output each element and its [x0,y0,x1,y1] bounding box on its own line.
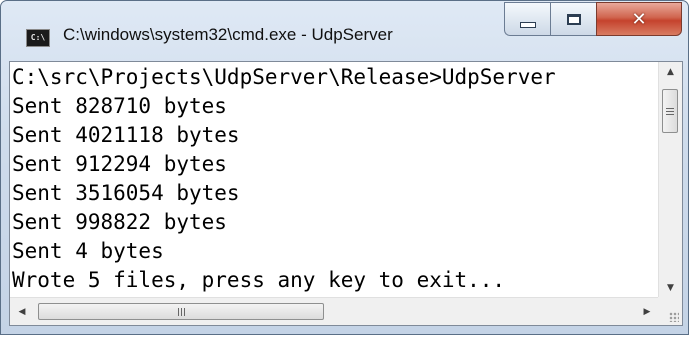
console-line: Sent 3516054 bytes [12,181,240,205]
console-line: Sent 912294 bytes [12,152,227,176]
minimize-icon [519,22,536,28]
horizontal-scrollbar[interactable]: ◀ ▶ [10,297,659,325]
close-icon: ✕ [631,8,647,30]
grip-line [183,307,185,316]
triangle-up-icon: ▲ [667,67,674,77]
maximize-icon [566,13,581,25]
close-button[interactable]: ✕ [596,2,682,36]
grip-line [177,307,179,316]
console-line: Sent 998822 bytes [12,210,227,234]
vertical-scroll-thumb[interactable] [662,89,678,133]
console-line: C:\src\Projects\UdpServer\Release>UdpSer… [12,65,556,89]
grip-line [666,107,674,109]
cmd-app-icon[interactable]: C:\ [26,29,50,47]
grip-line [666,113,674,115]
window-controls: ✕ [504,2,682,47]
triangle-right-icon: ▶ [643,306,651,317]
grip-line [180,307,182,316]
console-line: Sent 4 bytes [12,239,164,263]
console-line: Wrote 5 files, press any key to exit... [12,268,506,292]
scroll-down-button[interactable]: ▼ [659,278,682,298]
scrollbar-corner [658,297,682,325]
console-client-area: C:\src\Projects\UdpServer\Release>UdpSer… [9,61,683,326]
scroll-right-button[interactable]: ▶ [635,298,659,325]
cmd-icon-label: C:\ [30,33,46,42]
horizontal-scroll-thumb[interactable] [38,303,324,320]
maximize-button[interactable] [550,2,596,36]
grip-line [666,110,674,112]
triangle-down-icon: ▼ [667,283,674,293]
console-line: Sent 828710 bytes [12,94,227,118]
console-output[interactable]: C:\src\Projects\UdpServer\Release>UdpSer… [10,62,659,298]
scroll-up-button[interactable]: ▲ [659,62,682,82]
minimize-button[interactable] [504,2,550,36]
triangle-left-icon: ◀ [18,306,26,317]
console-window[interactable]: C:\ C:\windows\system32\cmd.exe - UdpSer… [0,0,689,335]
title-bar[interactable]: C:\ C:\windows\system32\cmd.exe - UdpSer… [1,1,688,61]
resize-grip-icon[interactable] [669,312,679,322]
window-title: C:\windows\system32\cmd.exe - UdpServer [63,25,393,44]
vertical-scrollbar[interactable]: ▲ ▼ [658,62,682,298]
console-line: Sent 4021118 bytes [12,123,240,147]
scroll-left-button[interactable]: ◀ [10,298,34,325]
